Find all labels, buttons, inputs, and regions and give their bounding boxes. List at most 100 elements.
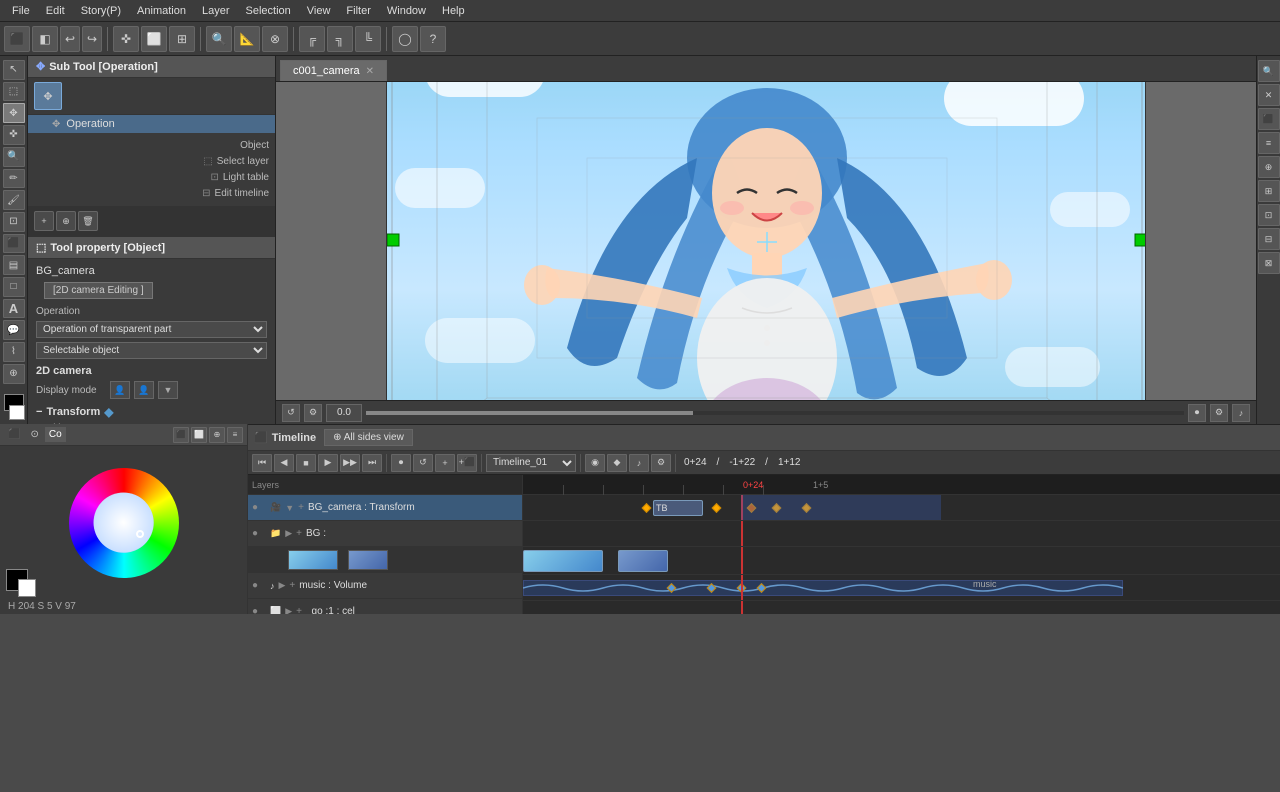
toolbar-btn-move[interactable]: ✜ <box>113 26 139 52</box>
ctrl-time-input[interactable] <box>326 404 362 422</box>
tool-zoom2[interactable]: 🔍 <box>3 147 25 167</box>
menu-item-layer[interactable]: Layer <box>194 3 238 19</box>
right-btn-6[interactable]: ⊞ <box>1258 180 1280 202</box>
tl-btn-next[interactable]: ▶▶ <box>340 454 360 472</box>
selectable-row[interactable]: Selectable object <box>36 340 267 361</box>
tool-eraser[interactable]: ⊡ <box>3 212 25 232</box>
display-mode-btn-2[interactable]: 👤 <box>134 381 154 399</box>
track-clip-tb[interactable]: TB <box>653 500 703 516</box>
keyframe-cam-3[interactable] <box>712 503 722 513</box>
col-icon-2[interactable]: ⬜ <box>191 427 207 443</box>
tool-pen[interactable]: ✏ <box>3 169 25 189</box>
display-mode-btn-1[interactable]: 👤 <box>110 381 130 399</box>
menu-item-filter[interactable]: Filter <box>338 3 378 19</box>
tool-gradient[interactable]: ▤ <box>3 255 25 275</box>
layer-row-bg[interactable]: ● 📁 ▶ + BG : <box>248 521 522 547</box>
tl-btn-settings[interactable]: ⚙ <box>651 454 671 472</box>
tl-btn-next-frame[interactable]: ⏭ <box>362 454 382 472</box>
background-color[interactable] <box>9 405 25 419</box>
tl-btn-record[interactable]: ⏺ <box>391 454 411 472</box>
tl-btn-prev[interactable]: ◀ <box>274 454 294 472</box>
subtool-copy-btn[interactable]: ⊕ <box>56 211 76 231</box>
tl-btn-play[interactable]: ▶ <box>318 454 338 472</box>
toolbar-btn-4[interactable]: ⊗ <box>262 26 288 52</box>
subtool-operation[interactable]: ✥ <box>34 82 62 110</box>
layer-add-icon-1[interactable]: + <box>298 502 304 513</box>
col-icon-3[interactable]: ⊕ <box>209 427 225 443</box>
eye-icon-4[interactable]: ● <box>252 606 266 614</box>
menu-item-animation[interactable]: Animation <box>129 3 194 19</box>
edit-timeline-row[interactable]: ⊟ Edit timeline <box>34 187 269 200</box>
menu-item-help[interactable]: Help <box>434 3 473 19</box>
keyframe-cam-1[interactable] <box>642 503 652 513</box>
canvas-tab-c001[interactable]: c001_camera ✕ <box>280 60 387 81</box>
tool-select[interactable]: ⬚ <box>3 82 25 102</box>
ctrl-settings[interactable]: ⚙ <box>304 404 322 422</box>
eye-icon-3[interactable]: ● <box>252 580 266 591</box>
menu-item-story[interactable]: Story(P) <box>73 3 129 19</box>
subtool-delete-btn[interactable]: 🗑 <box>78 211 98 231</box>
track-clip-bg-1[interactable] <box>523 550 603 572</box>
tool-speech[interactable]: 💬 <box>3 320 25 340</box>
transform-diamond[interactable]: ◆ <box>104 405 113 419</box>
expand-icon-2[interactable]: ▶ <box>285 528 292 539</box>
menu-item-file[interactable]: File <box>4 3 38 19</box>
right-btn-9[interactable]: ⊠ <box>1258 252 1280 274</box>
display-mode-dropdown[interactable]: ▼ <box>158 381 178 399</box>
selectable-select[interactable]: Selectable object <box>36 342 267 359</box>
toolbar-btn-6[interactable]: ╗ <box>327 26 353 52</box>
ctrl-loop[interactable]: ↺ <box>282 404 300 422</box>
timeline-name-select[interactable]: Timeline_01 <box>486 454 576 472</box>
right-btn-4[interactable]: ≡ <box>1258 132 1280 154</box>
timeline-view-tab[interactable]: ⊕ All sides view <box>324 429 413 446</box>
canvas-viewport[interactable]: 500 <box>276 82 1256 400</box>
tool-shape[interactable]: □ <box>3 277 25 297</box>
toolbar-btn-transform[interactable]: ⬜ <box>141 26 167 52</box>
operation-select[interactable]: Operation of transparent part <box>36 321 267 338</box>
toolbar-btn-redo[interactable]: ↪ <box>82 26 102 52</box>
layer-add-icon-4[interactable]: + <box>296 606 302 614</box>
toolbar-btn-ruler[interactable]: 📐 <box>234 26 260 52</box>
layer-row-go[interactable]: ● ⬜ ▶ + _go :1 : cel <box>248 599 522 614</box>
timeline-tab[interactable]: ⬛ Timeline <box>254 431 316 444</box>
bg-swatch[interactable] <box>18 579 36 597</box>
camera-edit-button[interactable]: [2D camera Editing ] <box>44 282 153 299</box>
layer-add-icon-3[interactable]: + <box>289 580 295 591</box>
toolbar-btn-7[interactable]: ╚ <box>355 26 381 52</box>
toolbar-btn-1[interactable]: ⬛ <box>4 26 30 52</box>
layer-row-bg-camera[interactable]: ● 🎥 ▼ + BG_camera : Transform <box>248 495 522 521</box>
color-wheel[interactable] <box>69 468 179 578</box>
color-tab-circle[interactable]: ⊙ <box>26 427 42 442</box>
subtool-item-operation[interactable]: ✥ Operation <box>28 115 275 133</box>
operation-select-row[interactable]: Operation of transparent part <box>36 319 267 340</box>
toolbar-btn-help[interactable]: ? <box>420 26 446 52</box>
col-icon-1[interactable]: ⬛ <box>173 427 189 443</box>
ctrl-record[interactable]: ⏺ <box>1188 404 1206 422</box>
tool-nav[interactable]: ⊕ <box>3 364 25 384</box>
tool-fill[interactable]: ⬛ <box>3 234 25 254</box>
color-tab-co[interactable]: Co <box>45 427 66 442</box>
menu-item-edit[interactable]: Edit <box>38 3 73 19</box>
menu-item-selection[interactable]: Selection <box>238 3 299 19</box>
toolbar-btn-3[interactable]: ⊞ <box>169 26 195 52</box>
expand-icon-1[interactable]: ▼ <box>285 503 294 513</box>
toolbar-btn-undo[interactable]: ↩ <box>60 26 80 52</box>
layer-add-icon-2[interactable]: + <box>296 528 302 539</box>
tl-btn-add2[interactable]: +⬛ <box>457 454 477 472</box>
expand-icon-4[interactable]: ▶ <box>285 606 292 614</box>
tl-btn-stop[interactable]: ■ <box>296 454 316 472</box>
right-btn-8[interactable]: ⊟ <box>1258 228 1280 250</box>
ctrl-settings2[interactable]: ⚙ <box>1210 404 1228 422</box>
tl-btn-add[interactable]: + <box>435 454 455 472</box>
tool-brush[interactable]: 🖌 <box>3 190 25 210</box>
tab-close-btn[interactable]: ✕ <box>366 66 374 77</box>
expand-icon-3[interactable]: ▶ <box>279 580 286 591</box>
subtool-add-btn[interactable]: + <box>34 211 54 231</box>
menu-item-view[interactable]: View <box>299 3 339 19</box>
tl-btn-prev-frame[interactable]: ⏮ <box>252 454 272 472</box>
toolbar-btn-8[interactable]: ◯ <box>392 26 418 52</box>
toolbar-btn-2[interactable]: ◧ <box>32 26 58 52</box>
right-btn-2[interactable]: ✕ <box>1258 84 1280 106</box>
ctrl-audio[interactable]: ♪ <box>1232 404 1250 422</box>
color-tab-icon[interactable]: ⬛ <box>4 427 24 442</box>
